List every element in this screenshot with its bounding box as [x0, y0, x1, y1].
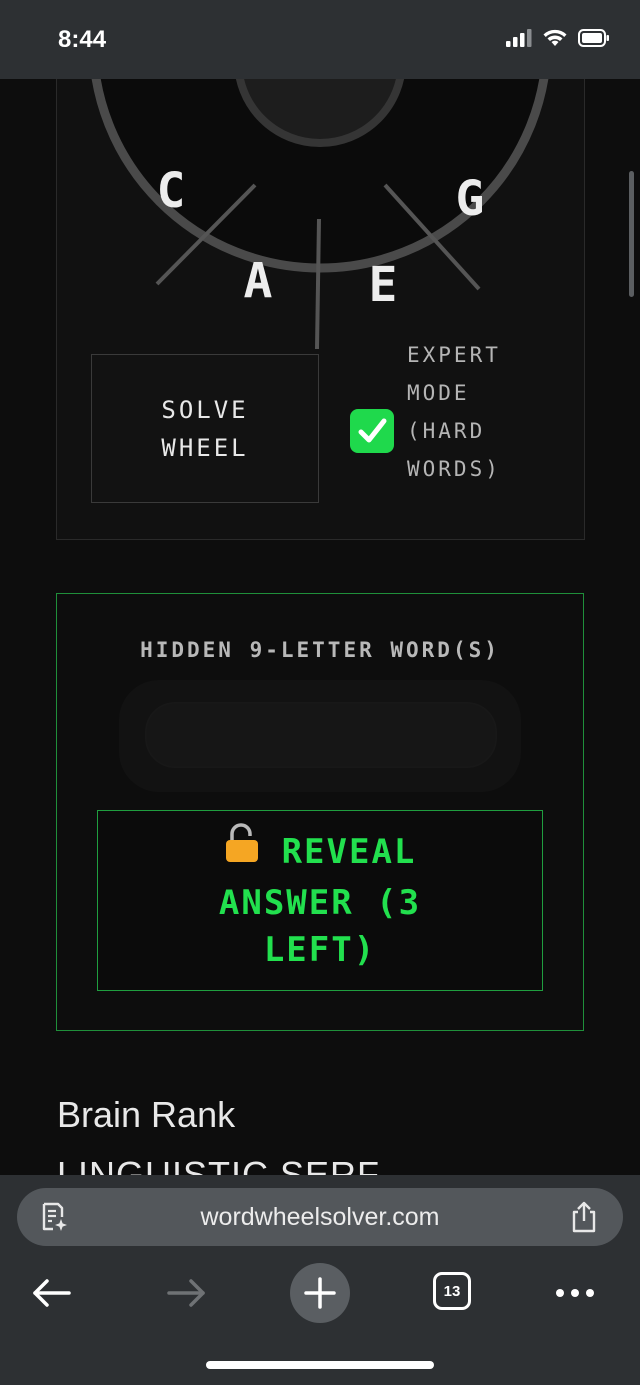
checkmark-icon: [358, 418, 387, 443]
tabs-button[interactable]: 13: [433, 1272, 471, 1310]
reveal-answer-button[interactable]: REVEAL ANSWER (3 LEFT): [97, 810, 543, 991]
wheel-letter-e[interactable]: E: [369, 257, 398, 313]
letter-wheel: D C A E G: [91, 79, 549, 350]
more-options-icon[interactable]: [555, 1285, 595, 1303]
wheel-center-letter: D: [306, 79, 335, 86]
back-arrow-icon[interactable]: [31, 1277, 71, 1314]
wheel-letter-c[interactable]: C: [157, 163, 186, 219]
answer-slot-field: [145, 702, 497, 768]
solve-wheel-button[interactable]: SOLVE WHEEL: [91, 354, 319, 503]
cellular-signal-icon: [506, 28, 532, 47]
expert-mode-checkbox[interactable]: [350, 409, 394, 453]
share-icon[interactable]: [569, 1200, 599, 1239]
browser-toolbar: wordwheelsolver.com 13: [0, 1175, 640, 1385]
wheel-letter-a[interactable]: A: [244, 253, 273, 309]
status-bar: 8:44: [0, 0, 640, 79]
battery-icon: [578, 28, 609, 47]
unlocked-padlock-icon: [224, 823, 260, 876]
hidden-words-title: HIDDEN 9-LETTER WORD(S): [140, 638, 500, 662]
plus-icon: [304, 1277, 336, 1309]
scrollbar[interactable]: [629, 171, 634, 297]
address-bar[interactable]: wordwheelsolver.com: [17, 1188, 623, 1246]
url-text: wordwheelsolver.com: [200, 1203, 440, 1231]
wifi-icon: [543, 29, 567, 46]
wheel-letter-g[interactable]: G: [456, 171, 485, 227]
hidden-words-panel: HIDDEN 9-LETTER WORD(S) REVEAL ANSWER (3…: [56, 593, 584, 1031]
wheel-panel: D C A E G SOLVE WHEEL EXPERT MODE (HARD …: [56, 79, 585, 540]
forward-arrow-icon[interactable]: [167, 1277, 207, 1314]
page-content[interactable]: D C A E G SOLVE WHEEL EXPERT MODE (HARD …: [0, 79, 640, 1175]
browser-nav: 13: [0, 1259, 640, 1329]
home-indicator[interactable]: [206, 1361, 434, 1369]
wheel-spoke: [315, 218, 321, 350]
status-icons: [506, 28, 610, 47]
brain-rank-value: LINGUISTIC SERF: [57, 1154, 381, 1175]
solve-wheel-label: SOLVE WHEEL: [161, 395, 249, 462]
expert-mode-label: EXPERT MODE (HARD WORDS): [407, 343, 501, 481]
brain-rank-label: Brain Rank: [57, 1094, 236, 1135]
status-time: 8:44: [58, 26, 107, 53]
new-tab-button[interactable]: [290, 1263, 350, 1323]
